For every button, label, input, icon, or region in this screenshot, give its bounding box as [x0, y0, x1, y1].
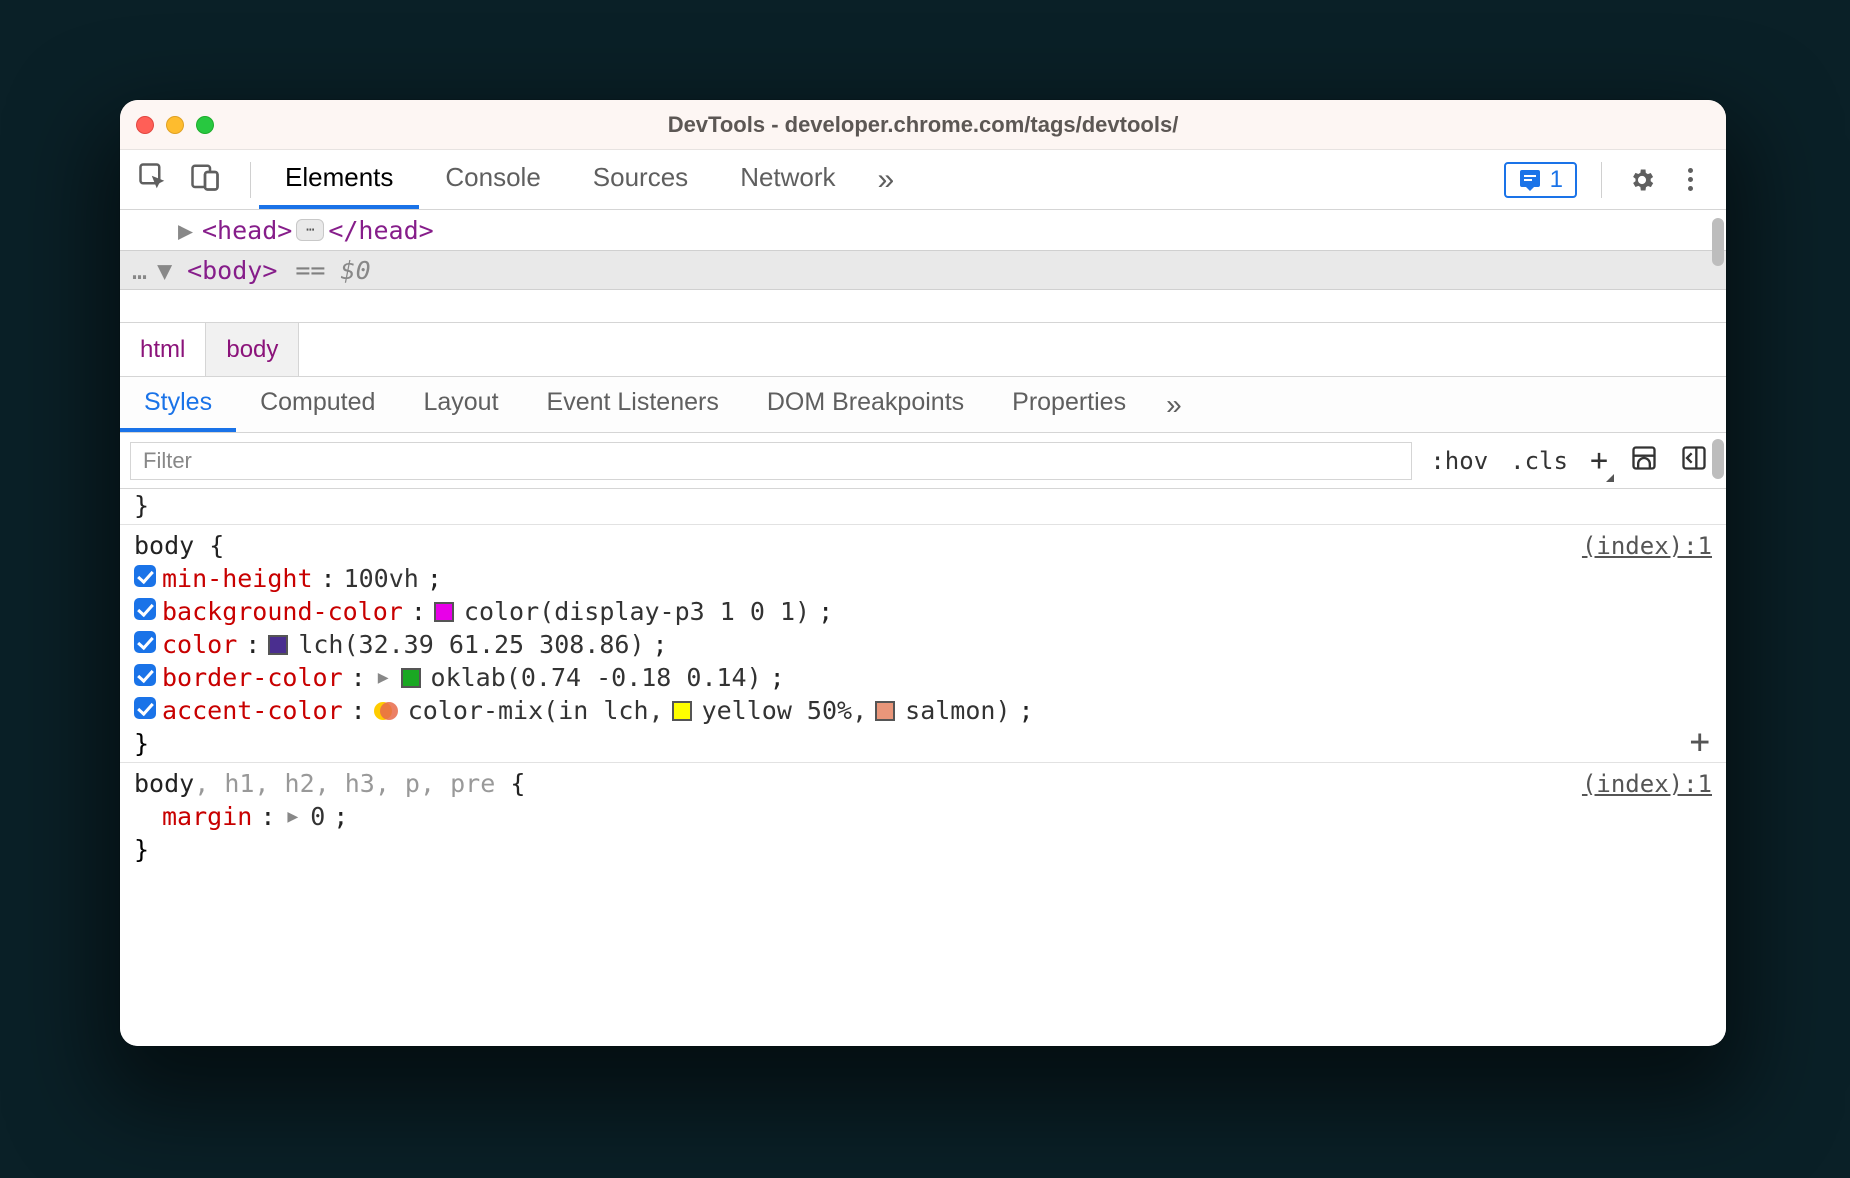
color-mix-swatch-icon[interactable]	[374, 699, 398, 723]
issues-count: 1	[1550, 166, 1563, 194]
window-titlebar: DevTools - developer.chrome.com/tags/dev…	[120, 100, 1726, 150]
css-property-name[interactable]: min-height	[162, 564, 313, 593]
dom-overflow-dots[interactable]: …	[132, 256, 149, 285]
main-tab-console[interactable]: Console	[419, 150, 566, 209]
styles-filter-input[interactable]	[130, 442, 1412, 480]
more-subtabs-button[interactable]: »	[1150, 377, 1198, 432]
settings-icon[interactable]	[1626, 164, 1658, 196]
rule-selector[interactable]: body, h1, h2, h3, p, pre {	[134, 769, 525, 798]
zoom-window-button[interactable]	[196, 116, 214, 134]
insert-rule-below-button[interactable]: +	[1690, 722, 1710, 762]
minimize-window-button[interactable]	[166, 116, 184, 134]
dom-head-open: <head>	[202, 216, 292, 245]
property-enable-checkbox[interactable]	[134, 697, 156, 719]
color-swatch-icon[interactable]	[434, 602, 454, 622]
dom-scrollbar[interactable]	[1712, 218, 1724, 266]
dom-selection-indicator: == $0	[295, 256, 370, 285]
cls-toggle[interactable]: .cls	[1510, 447, 1568, 475]
issues-chip[interactable]: 1	[1504, 162, 1577, 198]
rule-source-link[interactable]: (index):1	[1582, 770, 1712, 798]
property-enable-checkbox[interactable]	[134, 664, 156, 686]
device-toolbar-icon[interactable]	[190, 162, 220, 197]
hov-toggle[interactable]: :hov	[1430, 447, 1488, 475]
subtab-dom-breakpoints[interactable]: DOM Breakpoints	[743, 377, 988, 432]
property-enable-checkbox[interactable]	[134, 565, 156, 587]
subtab-styles[interactable]: Styles	[120, 377, 236, 432]
style-rule[interactable]: body { (index):1min-height: 100vh;backgro…	[120, 524, 1726, 762]
css-property-name[interactable]: color	[162, 630, 237, 659]
style-rule[interactable]: body, h1, h2, h3, p, pre { (index):1 margi…	[120, 762, 1726, 868]
inspect-element-icon[interactable]	[138, 162, 168, 197]
traffic-lights	[136, 116, 214, 134]
kebab-menu-icon[interactable]	[1674, 164, 1706, 196]
main-tabs: ElementsConsoleSourcesNetwork	[259, 150, 862, 209]
css-declaration[interactable]: border-color:▶oklab(0.74 -0.18 0.14);	[134, 661, 1712, 694]
css-property-name[interactable]: border-color	[162, 663, 343, 692]
css-property-name[interactable]: margin	[162, 802, 252, 831]
expand-triangle-icon[interactable]	[157, 256, 175, 285]
css-value-segment[interactable]: color-mix(in lch,	[408, 696, 664, 725]
css-property-value[interactable]: lch(32.39 61.25 308.86)	[298, 630, 644, 659]
css-property-value[interactable]: 100vh	[344, 564, 419, 593]
color-swatch-icon[interactable]	[672, 701, 692, 721]
css-declaration[interactable]: accent-color: color-mix(in lch, yellow 5…	[134, 694, 1712, 727]
dom-tree[interactable]: ▶ <head> ⋯ </head> … <body> == $0	[120, 210, 1726, 323]
css-declaration[interactable]: background-color: color(display-p3 1 0 1…	[134, 595, 1712, 628]
subtab-computed[interactable]: Computed	[236, 377, 399, 432]
css-declaration[interactable]: min-height: 100vh;	[134, 562, 1712, 595]
computed-styles-toggle-icon[interactable]	[1630, 444, 1658, 478]
color-swatch-icon[interactable]	[875, 701, 895, 721]
css-declaration[interactable]: color: lch(32.39 61.25 308.86);	[134, 628, 1712, 661]
devtools-window: DevTools - developer.chrome.com/tags/dev…	[120, 100, 1726, 1046]
rule-close-brace: }	[134, 835, 1712, 864]
property-enable-checkbox[interactable]	[134, 631, 156, 653]
dom-head-close: </head>	[328, 216, 433, 245]
rule-selector[interactable]: body {	[134, 531, 224, 560]
toolbar-separator	[250, 162, 251, 198]
dom-body-open: <body>	[187, 256, 277, 285]
subtab-layout[interactable]: Layout	[399, 377, 522, 432]
main-toolbar: ElementsConsoleSourcesNetwork » 1	[120, 150, 1726, 210]
new-style-rule-button[interactable]: +	[1590, 443, 1608, 478]
color-swatch-icon[interactable]	[268, 635, 288, 655]
main-tab-elements[interactable]: Elements	[259, 150, 419, 209]
color-swatch-icon[interactable]	[401, 668, 421, 688]
css-value-segment[interactable]: salmon)	[905, 696, 1010, 725]
property-enable-checkbox[interactable]	[134, 598, 156, 620]
styles-subtabs: StylesComputedLayoutEvent ListenersDOM B…	[120, 377, 1726, 433]
main-tab-sources[interactable]: Sources	[567, 150, 714, 209]
rule-close-brace: }	[120, 489, 1726, 524]
css-property-name[interactable]: accent-color	[162, 696, 343, 725]
rule-close-brace: }	[134, 729, 1712, 758]
expand-shorthand-icon[interactable]: ▶	[374, 667, 393, 688]
rendering-panel-toggle-icon[interactable]	[1680, 444, 1708, 478]
dom-node-body[interactable]: … <body> == $0	[120, 250, 1726, 290]
expand-shorthand-icon[interactable]: ▶	[283, 806, 302, 827]
dom-node-head[interactable]: ▶ <head> ⋯ </head>	[120, 210, 1726, 250]
dom-breadcrumb: htmlbody	[120, 323, 1726, 377]
styles-pane[interactable]: } body {(index):1min-height: 100vh;backg…	[120, 489, 1726, 1046]
css-property-value[interactable]: 0	[310, 802, 325, 831]
breadcrumb-body[interactable]: body	[205, 323, 299, 376]
styles-filter-bar: :hov .cls +	[120, 433, 1726, 489]
breadcrumb-html[interactable]: html	[120, 323, 205, 376]
dom-node-truncated	[120, 290, 1726, 322]
subtab-properties[interactable]: Properties	[988, 377, 1150, 432]
main-tab-network[interactable]: Network	[714, 150, 861, 209]
css-property-name[interactable]: background-color	[162, 597, 403, 626]
css-property-value[interactable]: oklab(0.74 -0.18 0.14)	[431, 663, 762, 692]
close-window-button[interactable]	[136, 116, 154, 134]
ellipsis-badge[interactable]: ⋯	[296, 219, 324, 241]
css-declaration[interactable]: margin:▶0;	[134, 800, 1712, 833]
window-title: DevTools - developer.chrome.com/tags/dev…	[120, 112, 1726, 138]
css-property-value[interactable]: color(display-p3 1 0 1)	[464, 597, 810, 626]
subtab-event-listeners[interactable]: Event Listeners	[523, 377, 743, 432]
rule-source-link[interactable]: (index):1	[1582, 532, 1712, 560]
more-tabs-button[interactable]: »	[862, 163, 911, 197]
styles-scrollbar[interactable]	[1712, 439, 1724, 479]
css-value-segment[interactable]: yellow 50%,	[702, 696, 868, 725]
toolbar-separator	[1601, 162, 1602, 198]
